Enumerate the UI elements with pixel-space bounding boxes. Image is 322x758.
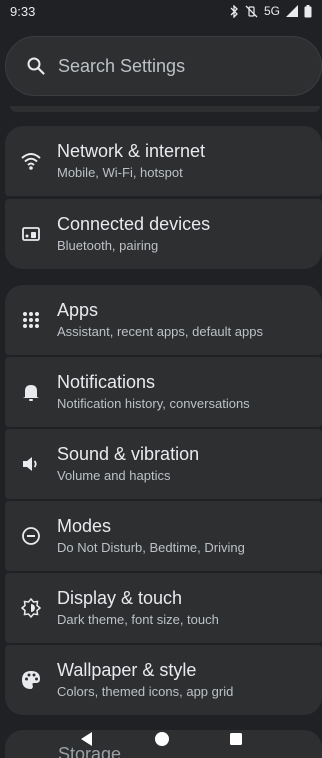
settings-item-sound-vibration[interactable]: Sound & vibration Volume and haptics (5, 429, 322, 499)
battery-icon (304, 4, 312, 17)
signal-icon (286, 5, 298, 17)
settings-item-notifications[interactable]: Notifications Notification history, conv… (5, 357, 322, 427)
settings-screen: 9:33 5G Search Settings Network & intern… (0, 0, 322, 758)
settings-item-display-touch[interactable]: Display & touch Dark theme, font size, t… (5, 573, 322, 643)
search-placeholder: Search Settings (58, 55, 186, 76)
settings-item-subtitle: Bluetooth, pairing (57, 238, 159, 253)
search-icon (27, 57, 45, 75)
settings-item-connected-devices[interactable]: Connected devices Bluetooth, pairing (5, 199, 322, 269)
home-icon[interactable] (154, 731, 170, 747)
settings-item-subtitle: Notification history, conversations (57, 396, 250, 411)
settings-item-title: Display & touch (57, 588, 183, 608)
settings-item-title: Modes (57, 516, 112, 536)
settings-item-title: Network & internet (57, 141, 206, 161)
status-bar: 9:33 5G (0, 0, 322, 22)
settings-item-title: Apps (57, 300, 99, 320)
back-icon[interactable] (79, 731, 95, 747)
navigation-bar (0, 720, 322, 758)
settings-item-subtitle: Do Not Disturb, Bedtime, Driving (57, 540, 245, 555)
wifi-icon (21, 153, 41, 170)
modes-icon (22, 527, 40, 545)
apps-grid-icon (23, 312, 39, 328)
search-bar[interactable]: Search Settings (5, 36, 322, 96)
settings-item-subtitle: Volume and haptics (57, 468, 171, 483)
status-time: 9:33 (10, 3, 36, 19)
settings-item-subtitle: Mobile, Wi-Fi, hotspot (57, 165, 183, 180)
devices-icon (22, 227, 40, 241)
network-type: 5G (263, 4, 280, 18)
recents-icon[interactable] (229, 732, 243, 746)
settings-item-title: Connected devices (57, 214, 211, 234)
settings-item-subtitle: Colors, themed icons, app grid (57, 684, 234, 699)
settings-item-title: Sound & vibration (57, 444, 200, 464)
palette-icon (22, 671, 40, 689)
bell-icon (23, 385, 39, 401)
previous-card-edge (10, 106, 320, 112)
settings-item-wallpaper-style[interactable]: Wallpaper & style Colors, themed icons, … (5, 645, 322, 715)
settings-item-network-internet[interactable]: Network & internet Mobile, Wi-Fi, hotspo… (5, 126, 322, 196)
status-icons: 5G (229, 4, 312, 18)
vibrate-off-icon (245, 5, 258, 17)
settings-item-title: Notifications (57, 372, 156, 392)
brightness-icon (20, 597, 42, 619)
settings-item-subtitle: Dark theme, font size, touch (57, 612, 219, 627)
settings-item-apps[interactable]: Apps Assistant, recent apps, default app… (5, 285, 322, 355)
speaker-icon (23, 457, 37, 471)
settings-item-modes[interactable]: Modes Do Not Disturb, Bedtime, Driving (5, 501, 322, 571)
settings-item-title: Wallpaper & style (57, 660, 197, 680)
bluetooth-icon (230, 4, 238, 18)
settings-item-subtitle: Assistant, recent apps, default apps (57, 324, 263, 339)
